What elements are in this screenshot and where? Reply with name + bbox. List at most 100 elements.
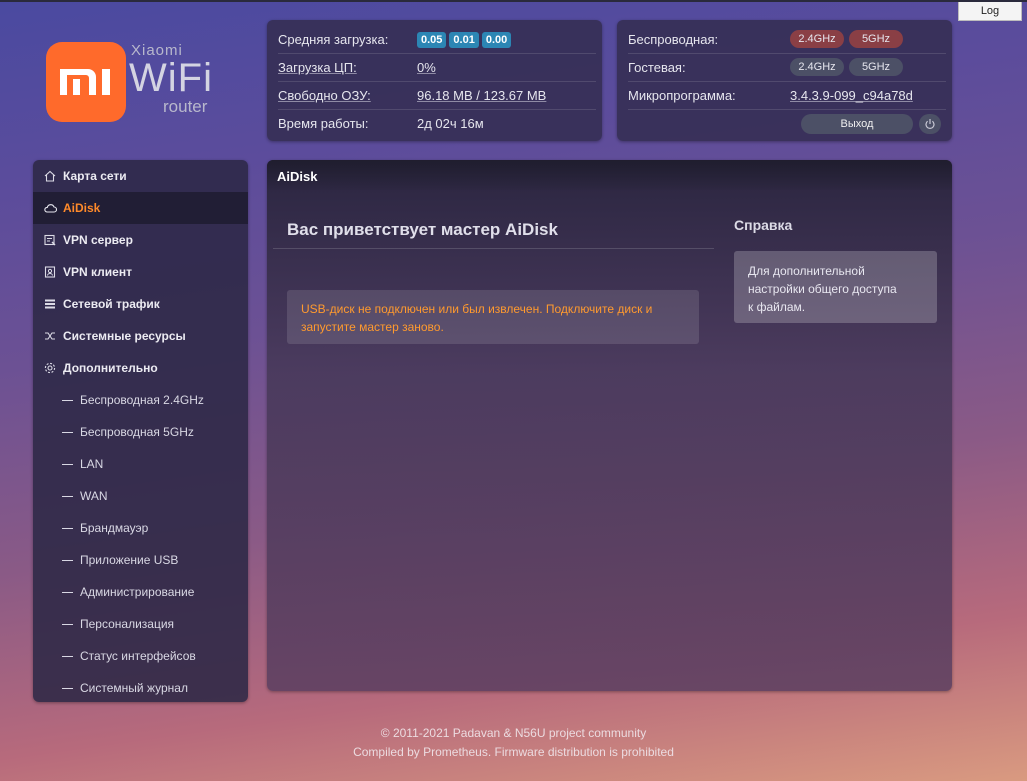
load-5min-badge: 0.01: [449, 32, 479, 48]
guest-2g-button[interactable]: 2.4GHz: [790, 58, 844, 76]
sidebar-sub-label: Статус интерфейсов: [80, 649, 196, 663]
avg-load-label: Средняя загрузка:: [278, 32, 389, 47]
shuffle-icon: [43, 329, 57, 343]
uptime-value: 2д 02ч 16м: [417, 116, 484, 131]
firmware-label: Микропрограмма:: [628, 88, 736, 103]
usb-alert-text: USB-диск не подключен или был извлечен. …: [301, 302, 653, 334]
sidebar-item-label: VPN клиент: [63, 265, 132, 279]
list-icon: [43, 297, 57, 311]
sidebar-item-label: Карта сети: [63, 169, 127, 183]
sidebar-item-label: Дополнительно: [63, 361, 158, 375]
dash-marker: [62, 655, 73, 657]
vpn-client-icon: [43, 265, 57, 279]
network-status-panel: Беспроводная: 2.4GHz 5GHz Гостевая: 2.4G…: [617, 20, 952, 141]
dash-marker: [62, 431, 73, 433]
power-icon: [925, 119, 935, 129]
guest-row: Гостевая: 2.4GHz 5GHz: [628, 54, 946, 82]
sidebar-sub-label: Администрирование: [80, 585, 195, 599]
sidebar-item-traffic[interactable]: Сетевой трафик: [33, 288, 248, 320]
sidebar-sub-wireless-2g[interactable]: Беспроводная 2.4GHz: [33, 384, 248, 416]
firmware-version-link[interactable]: 3.4.3.9-099_c94a78d: [790, 88, 913, 103]
usb-alert-box: USB-диск не подключен или был извлечен. …: [287, 290, 699, 344]
top-border: [0, 0, 1027, 2]
logo-wifi-text: WiFi: [129, 56, 213, 100]
page-title: AiDisk: [277, 169, 318, 184]
wireless-row: Беспроводная: 2.4GHz 5GHz: [628, 26, 946, 54]
ram-row: Свободно ОЗУ: 96.18 MB / 123.67 MB: [278, 82, 596, 110]
dash-marker: [62, 591, 73, 593]
logo-router-text: router: [163, 97, 208, 116]
uptime-label: Время работы:: [278, 116, 369, 131]
dash-marker: [62, 527, 73, 529]
sidebar-sub-wireless-5g[interactable]: Беспроводная 5GHz: [33, 416, 248, 448]
sidebar-sub-lan[interactable]: LAN: [33, 448, 248, 480]
mi-logo-icon: [46, 42, 126, 122]
sidebar-item-network-map[interactable]: Карта сети: [33, 160, 248, 192]
guest-5g-button[interactable]: 5GHz: [849, 58, 903, 76]
sidebar-sub-label: LAN: [80, 457, 104, 471]
help-text: Для дополнительной настройки общего дост…: [748, 264, 897, 314]
dash-marker: [62, 399, 73, 401]
sidebar-item-label: AiDisk: [63, 201, 101, 215]
sidebar-item-vpn-server[interactable]: VPN сервер: [33, 224, 248, 256]
sidebar-item-system-resources[interactable]: Системные ресурсы: [33, 320, 248, 352]
sidebar-sub-personalization[interactable]: Персонализация: [33, 608, 248, 640]
sidebar-sub-usb-app[interactable]: Приложение USB: [33, 544, 248, 576]
log-button[interactable]: Log: [958, 2, 1022, 21]
ram-label[interactable]: Свободно ОЗУ:: [278, 88, 371, 103]
sidebar-sub-label: WAN: [80, 489, 108, 503]
firmware-row: Микропрограмма: 3.4.3.9-099_c94a78d: [628, 82, 946, 110]
xiaomi-wifi-logo: Xiaomi WiFi router: [46, 42, 226, 124]
sidebar-sub-label: Приложение USB: [80, 553, 179, 567]
help-box: Для дополнительной настройки общего дост…: [734, 251, 937, 323]
home-icon: [43, 169, 57, 183]
dash-marker: [62, 463, 73, 465]
sidebar-sub-administration[interactable]: Администрирование: [33, 576, 248, 608]
ram-value[interactable]: 96.18 MB / 123.67 MB: [417, 88, 546, 103]
divider: [273, 248, 714, 249]
wireless-5g-button[interactable]: 5GHz: [849, 30, 903, 48]
logo-wordmark: Xiaomi WiFi router: [129, 42, 229, 122]
guest-label: Гостевая:: [628, 60, 686, 75]
logout-row: Выход: [628, 110, 946, 137]
load-15min-badge: 0.00: [481, 32, 512, 48]
sidebar-item-label: Системные ресурсы: [63, 329, 186, 343]
sidebar-sub-interface-status[interactable]: Статус интерфейсов: [33, 640, 248, 672]
vpn-server-icon: [43, 233, 57, 247]
footer-compiled: Compiled by Prometheus. Firmware distrib…: [353, 745, 674, 759]
sidebar-item-aidisk[interactable]: AiDisk: [33, 192, 248, 224]
sidebar-sub-label: Персонализация: [80, 617, 175, 631]
dash-marker: [62, 495, 73, 497]
wireless-label: Беспроводная:: [628, 32, 719, 47]
cpu-value[interactable]: 0%: [417, 60, 436, 75]
sidebar-sub-label: Брандмауэр: [80, 521, 149, 535]
avg-load-values: 0.05 0.01 0.00: [417, 31, 514, 48]
footer: © 2011-2021 Padavan & N56U project commu…: [0, 724, 1027, 762]
sidebar-sub-label: Беспроводная 5GHz: [80, 425, 194, 439]
load-1min-badge: 0.05: [417, 32, 447, 48]
dash-marker: [62, 559, 73, 561]
main-content-panel: AiDisk Вас приветствует мастер AiDisk US…: [267, 160, 952, 691]
cpu-label[interactable]: Загрузка ЦП:: [278, 60, 357, 75]
sidebar-item-label: VPN сервер: [63, 233, 133, 247]
dash-marker: [62, 623, 73, 625]
footer-copyright: © 2011-2021 Padavan & N56U project commu…: [380, 726, 647, 740]
main-title-bar: [267, 160, 952, 190]
wizard-title: Вас приветствует мастер AiDisk: [287, 220, 558, 239]
sidebar-item-advanced[interactable]: Дополнительно: [33, 352, 248, 384]
cloud-icon: [43, 201, 57, 215]
sidebar-sub-system-log[interactable]: Системный журнал: [33, 672, 248, 702]
sidebar-sub-firewall[interactable]: Брандмауэр: [33, 512, 248, 544]
sidebar-sub-wan[interactable]: WAN: [33, 480, 248, 512]
sidebar-nav: Карта сети AiDisk VPN сервер VPN клиент …: [33, 160, 248, 702]
system-status-panel: Средняя загрузка: 0.05 0.01 0.00 Загрузка …: [267, 20, 602, 141]
uptime-row: Время работы: 2д 02ч 16м: [278, 110, 596, 137]
dash-marker: [62, 687, 73, 689]
avg-load-row: Средняя загрузка: 0.05 0.01 0.00: [278, 26, 596, 54]
logout-button[interactable]: Выход: [801, 114, 913, 134]
wireless-2g-button[interactable]: 2.4GHz: [790, 30, 844, 48]
cpu-row: Загрузка ЦП: 0%: [278, 54, 596, 82]
power-button[interactable]: [919, 114, 941, 134]
sidebar-item-label: Сетевой трафик: [63, 297, 160, 311]
sidebar-item-vpn-client[interactable]: VPN клиент: [33, 256, 248, 288]
